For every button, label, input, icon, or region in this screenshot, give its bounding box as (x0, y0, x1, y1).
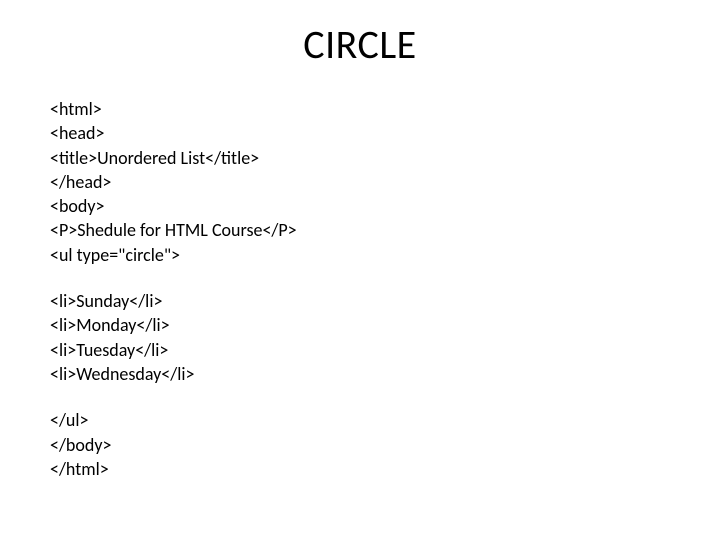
code-line: <title>Unordered List</title> (50, 146, 670, 170)
blank-line (50, 386, 670, 408)
code-line: <li>Monday</li> (50, 313, 670, 337)
code-line: </head> (50, 170, 670, 194)
slide-container: CIRCLE <html> <head> <title>Unordered Li… (0, 0, 720, 540)
blank-line (50, 267, 670, 289)
code-line: </html> (50, 457, 670, 481)
slide-title: CIRCLE (50, 20, 670, 69)
code-line: <li>Tuesday</li> (50, 338, 670, 362)
code-line: <html> (50, 97, 670, 121)
code-line: <li>Sunday</li> (50, 289, 670, 313)
code-line: </ul> (50, 408, 670, 432)
code-line: <ul type="circle"> (50, 243, 670, 267)
code-line: <P>Shedule for HTML Course</P> (50, 218, 670, 242)
code-line: <body> (50, 194, 670, 218)
code-block: <html> <head> <title>Unordered List</tit… (50, 97, 670, 481)
code-line: <li>Wednesday</li> (50, 362, 670, 386)
code-line: <head> (50, 121, 670, 145)
code-line: </body> (50, 433, 670, 457)
